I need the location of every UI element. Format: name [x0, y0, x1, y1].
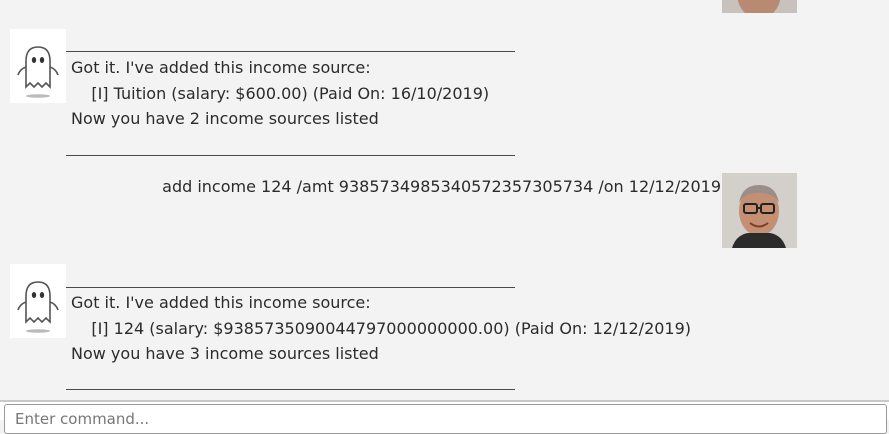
bot-avatar-ghost-icon: [10, 29, 66, 103]
chat-window: Got it. I've added this income source: […: [0, 0, 889, 400]
user-message-text: add income 124 /amt 93857349853405723573…: [162, 177, 721, 196]
bot-line: [I] Tuition (salary: $600.00) (Paid On: …: [71, 84, 490, 103]
command-input-bar: [0, 400, 889, 434]
bot-line: Got it. I've added this income source:: [71, 293, 371, 312]
bot-divider-bottom: [66, 155, 515, 156]
bot-line: Got it. I've added this income source:: [71, 58, 371, 77]
command-input[interactable]: [4, 404, 887, 434]
bot-line: Now you have 3 income sources listed: [71, 344, 379, 363]
bot-divider-top: [66, 287, 515, 288]
bot-line: [I] 124 (salary: $9385735090044797000000…: [71, 319, 692, 338]
user-avatar: [722, 173, 797, 248]
bot-divider-bottom: [66, 389, 515, 390]
bot-divider-top: [66, 51, 515, 52]
bot-line: Now you have 2 income sources listed: [71, 109, 379, 128]
user-avatar-top: [722, 0, 797, 13]
bot-avatar-ghost-icon: [10, 264, 66, 338]
